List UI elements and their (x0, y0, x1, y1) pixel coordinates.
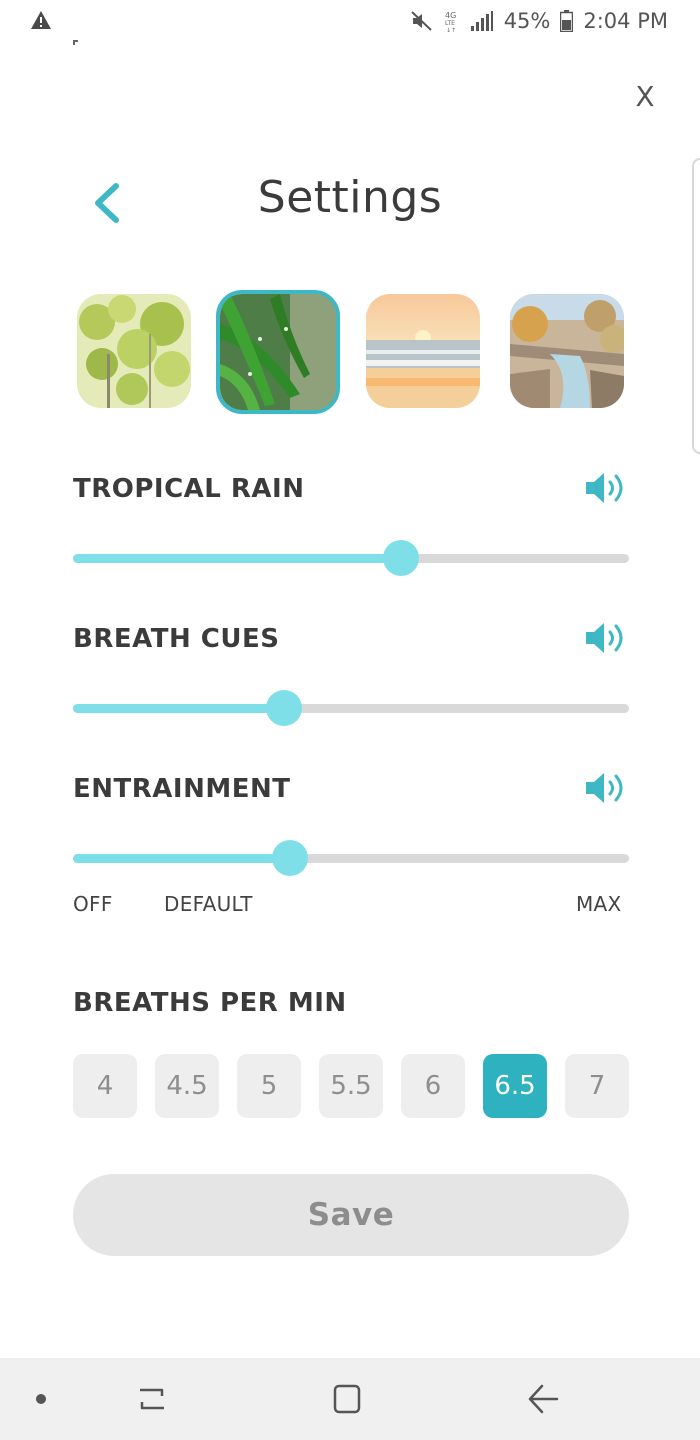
breath-cues-volume-slider[interactable] (73, 688, 629, 728)
breaths-per-min-options: 4 4.5 5 5.5 6 6.5 7 (73, 1054, 629, 1118)
network-icon: 4G LTE ↓↑ (445, 11, 456, 33)
scale-off-label: OFF (73, 892, 113, 916)
bpm-option[interactable]: 4.5 (155, 1054, 219, 1118)
slider-fill (73, 704, 285, 713)
bpm-option[interactable]: 7 (565, 1054, 629, 1118)
svg-text:LTE: LTE (445, 20, 455, 27)
forest-image (77, 294, 191, 408)
home-icon[interactable] (331, 1382, 363, 1416)
ocean-sunset-image (366, 294, 480, 408)
svg-text:4G: 4G (445, 11, 456, 20)
speaker-icon[interactable] (584, 471, 630, 505)
scale-default-label: DEFAULT (164, 892, 253, 916)
tropical-rain-label: TROPICAL RAIN (73, 474, 305, 504)
tropical-rain-volume-slider[interactable] (73, 538, 629, 578)
bpm-option[interactable]: 6 (401, 1054, 465, 1118)
slider-thumb[interactable] (383, 540, 420, 576)
system-nav-bar (0, 1358, 700, 1440)
close-icon: X (635, 80, 655, 113)
bpm-option-selected[interactable]: 6.5 (483, 1054, 547, 1118)
bpm-option[interactable]: 5.5 (319, 1054, 383, 1118)
corner-mark (73, 40, 78, 45)
breaths-per-min-label: BREATHS PER MIN (73, 988, 347, 1018)
clock: 2:04 PM (583, 9, 668, 33)
warning-icon (31, 11, 51, 29)
battery-icon (560, 10, 574, 32)
bpm-option[interactable]: 5 (237, 1054, 301, 1118)
back-arrow-icon[interactable] (526, 1382, 560, 1416)
breath-cues-label: BREATH CUES (73, 624, 280, 654)
dot-icon[interactable] (34, 1382, 48, 1416)
bpm-option[interactable]: 4 (73, 1054, 137, 1118)
scene-river[interactable] (510, 294, 624, 408)
save-button[interactable]: Save (73, 1174, 629, 1256)
entrainment-label: ENTRAINMENT (73, 774, 291, 804)
slider-thumb[interactable] (266, 690, 303, 726)
close-button[interactable]: X (630, 80, 660, 114)
svg-text:↓↑: ↓↑ (446, 27, 456, 33)
tropical-rain-image (220, 294, 336, 410)
status-bar: 4G LTE ↓↑ 45% 2:04 PM (0, 0, 700, 44)
scene-tropical-rain[interactable] (216, 290, 340, 414)
scene-ocean-sunset[interactable] (366, 294, 480, 408)
recent-apps-icon[interactable] (136, 1382, 168, 1416)
river-image (510, 294, 624, 408)
page-title: Settings (257, 172, 443, 223)
battery-percent: 45% (503, 9, 551, 33)
scene-forest[interactable] (77, 294, 191, 408)
entrainment-volume-slider[interactable] (73, 838, 629, 878)
slider-fill (73, 854, 290, 863)
speaker-icon[interactable] (584, 621, 630, 655)
speaker-icon[interactable] (584, 771, 630, 805)
slider-fill (73, 554, 402, 563)
slider-thumb[interactable] (271, 840, 308, 876)
signal-icon (470, 11, 493, 31)
mute-icon (410, 11, 432, 31)
scale-max-label: MAX (576, 892, 622, 916)
